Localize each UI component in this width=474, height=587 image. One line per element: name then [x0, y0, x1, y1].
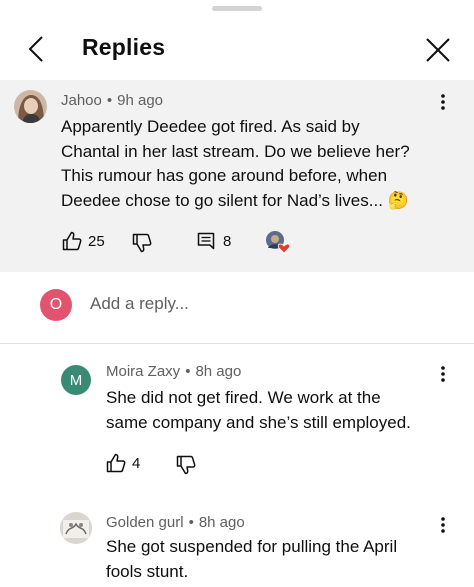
page-title: Replies: [82, 34, 166, 60]
reply-composer: O Add a reply...: [0, 272, 474, 342]
reply-meta: Moira Zaxy • 8h ago: [106, 363, 241, 380]
creator-heart-icon: [266, 231, 291, 254]
reply-text-line: She got suspended for pulling the April: [106, 537, 398, 556]
header: Replies: [0, 0, 474, 80]
more-options-button[interactable]: [433, 513, 453, 537]
more-vertical-icon: [441, 366, 445, 382]
thumbs-down-icon: [176, 455, 196, 475]
close-icon: [426, 38, 450, 62]
reply-time: 8h ago: [195, 363, 242, 380]
reply-text: She got suspended for pulling the April …: [106, 535, 397, 584]
more-vertical-icon: [441, 517, 445, 533]
comment-text-line: Deedee chose to go silent for Nad’s live…: [61, 190, 409, 210]
comment-author[interactable]: Jahoo: [61, 92, 102, 109]
like-count: 25: [88, 232, 105, 250]
thumbs-up-icon: [106, 453, 126, 473]
replies-button[interactable]: 8: [197, 232, 231, 250]
separator-dot: •: [185, 363, 191, 380]
like-button[interactable]: 25: [62, 231, 105, 251]
original-comment: Jahoo • 9h ago Apparently Deedee got fired…: [0, 80, 474, 272]
comment-time: 9h ago: [117, 92, 164, 109]
comment-text-line: Apparently Deedee got fired. As said by: [61, 117, 360, 136]
avatar[interactable]: O: [40, 289, 72, 321]
reply-time: 8h ago: [198, 514, 245, 531]
reply-count: 8: [223, 232, 232, 250]
dislike-button[interactable]: [132, 233, 152, 253]
comment-meta: Jahoo • 9h ago: [61, 92, 163, 109]
close-button[interactable]: [422, 34, 454, 66]
reply-input[interactable]: Add a reply...: [90, 294, 189, 314]
separator-dot: •: [106, 92, 113, 109]
thumbs-down-icon: [132, 233, 152, 253]
comment-text-line: This rumour has gone around before, when: [61, 166, 388, 185]
thumbs-up-icon: [62, 231, 82, 251]
reply-author[interactable]: Golden gurl: [106, 514, 184, 531]
back-button[interactable]: [22, 32, 50, 66]
avatar[interactable]: M: [61, 365, 91, 395]
comment-icon: [197, 232, 215, 250]
avatar[interactable]: [60, 512, 92, 544]
divider: [0, 343, 474, 344]
comment-text-line: Chantal in her last stream. Do we believ…: [61, 141, 410, 161]
user-photo-icon: [60, 512, 92, 544]
separator-dot: •: [188, 514, 194, 531]
reply-meta: Golden gurl • 8h ago: [106, 514, 245, 531]
reply-author[interactable]: Moira Zaxy: [106, 363, 180, 380]
more-options-button[interactable]: [433, 362, 453, 386]
like-button[interactable]: 4: [106, 453, 140, 473]
creator-heart: [265, 230, 291, 254]
more-vertical-icon: [441, 94, 445, 110]
reply-text-line: She did not get fired. We work at the: [106, 388, 381, 407]
more-options-button[interactable]: [433, 90, 453, 114]
reply-text: She did not get fired. We work at the sa…: [106, 386, 411, 435]
like-count: 4: [132, 454, 141, 472]
chevron-left-icon: [28, 36, 43, 62]
comment-text: Apparently Deedee got fired. As said by …: [61, 115, 410, 213]
user-photo-icon: [14, 90, 47, 123]
reply-text-line: same company and she’s still employed.: [106, 412, 411, 432]
reply-text-line: fools stunt.: [106, 561, 189, 581]
avatar[interactable]: [14, 90, 47, 123]
dislike-button[interactable]: [176, 455, 196, 475]
